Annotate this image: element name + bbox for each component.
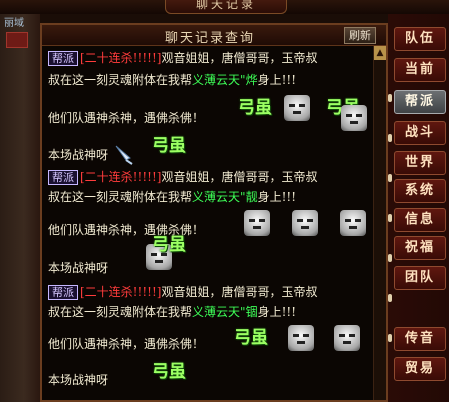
channel-button-trade[interactable]: 贸易 [394, 357, 446, 381]
guild-name[interactable]: 义薄云天 [192, 73, 240, 87]
channel-badge[interactable]: 帮派 [48, 51, 78, 66]
message-line-4: 本场战神呀 [48, 259, 108, 276]
guild-name[interactable]: 义薄云天 [192, 190, 240, 204]
message-line-2: 叔在这一刻灵魂附体在我帮义薄云天"靓身上!!! [48, 188, 296, 205]
channel-button-info[interactable]: 信息 [394, 208, 446, 232]
window-title-bar: 聊天记录 [0, 0, 449, 14]
strong-emote-icon: 弓虽 [152, 235, 186, 255]
message-text: 身上!!! [257, 73, 297, 87]
message-line-3: 他们队遇神杀神，遇佛杀佛！ [48, 335, 204, 352]
strong-emote-icon: 弓虽 [234, 328, 268, 348]
player-name[interactable]: 烨 [246, 73, 258, 87]
message-text: 叔在这一刻灵魂附体在我帮 [48, 190, 193, 204]
player-name[interactable]: 靓 [246, 190, 258, 204]
message-line-3: 他们队遇神杀神，遇佛杀佛！ [48, 109, 204, 126]
message-list: 帮派 [二十连杀!!!!!]观音姐姐，唐僧哥哥，玉帝叔 叔在这一刻灵魂附体在我帮义… [48, 49, 370, 400]
map-label: 丽域 [4, 18, 24, 29]
panel-header: 聊天记录查询 刷新 [42, 25, 386, 46]
grumpy-face-emote-icon [334, 325, 360, 351]
grumpy-face-emote-icon [292, 210, 318, 236]
message-line-4: 本场战神呀 [48, 371, 108, 388]
message-line-4: 本场战神呀 [48, 146, 108, 163]
channel-button-whisper[interactable]: 传音 [394, 327, 446, 351]
message-text: 身上!!! [257, 305, 297, 319]
strong-emote-icon: 弓虽 [152, 362, 186, 382]
window-title: 聊天记录 [165, 0, 287, 14]
message-text: 叔在这一刻灵魂附体在我帮 [48, 305, 193, 319]
message-line-1: 帮派 [二十连杀!!!!!]观音姐姐，唐僧哥哥，玉帝叔 [48, 49, 318, 66]
grumpy-face-emote-icon [288, 325, 314, 351]
channel-button-guild[interactable]: 帮派 [394, 90, 446, 114]
feather-quill-cursor-icon [115, 145, 133, 165]
panel-title: 聊天记录查询 [164, 31, 255, 46]
scrollbar[interactable]: ▲ [373, 46, 386, 400]
background-edge: 丽域 [0, 14, 40, 402]
grumpy-face-emote-icon [341, 105, 367, 131]
message-text: 观音姐姐，唐僧哥哥，玉帝叔 [161, 285, 318, 299]
message-text: 观音姐姐，唐僧哥哥，玉帝叔 [161, 170, 318, 184]
player-name[interactable]: 锢 [246, 305, 258, 319]
message-text: 本场战神呀 [48, 261, 109, 275]
message-text: 观音姐姐，唐僧哥哥，玉帝叔 [161, 51, 318, 65]
message-line-1: 帮派 [二十连杀!!!!!]观音姐姐，唐僧哥哥，玉帝叔 [48, 168, 318, 185]
channel-button-world[interactable]: 世界 [394, 151, 446, 175]
grumpy-face-emote-icon [284, 95, 310, 121]
chat-log-panel: 聊天记录查询 刷新 ▲ 帮派 [二十连杀!!!!!]观音姐姐，唐僧哥哥，玉帝叔 叔… [40, 23, 388, 402]
channel-button-battle[interactable]: 战斗 [394, 121, 446, 145]
kill-announcement: [二十连杀!!!!!] [80, 285, 162, 299]
chat-message: 帮派 [二十连杀!!!!!]观音姐姐，唐僧哥哥，玉帝叔 叔在这一刻灵魂附体在我帮义… [48, 49, 370, 166]
guild-name[interactable]: 义薄云天 [192, 305, 240, 319]
message-text: 他们队遇神杀神，遇佛杀佛！ [48, 111, 205, 125]
message-line-2: 叔在这一刻灵魂附体在我帮义薄云天"锢身上!!! [48, 303, 296, 320]
channel-badge[interactable]: 帮派 [48, 285, 78, 300]
message-text: 本场战神呀 [48, 373, 109, 387]
channel-button-blessing[interactable]: 祝福 [394, 236, 446, 260]
chat-message: 帮派 [二十连杀!!!!!]观音姐姐，唐僧哥哥，玉帝叔 叔在这一刻灵魂附体在我帮义… [48, 283, 370, 400]
grumpy-face-emote-icon [244, 210, 270, 236]
channel-button-group[interactable]: 团队 [394, 266, 446, 290]
message-text: 叔在这一刻灵魂附体在我帮 [48, 73, 193, 87]
strong-emote-icon: 弓虽 [238, 98, 272, 118]
channel-button-current[interactable]: 当前 [394, 58, 446, 82]
channel-sidebar: 队伍 当前 帮派 战斗 世界 系统 信息 祝福 团队 传音 贸易 [388, 14, 449, 402]
scroll-up-icon[interactable]: ▲ [374, 46, 386, 60]
message-line-2: 叔在这一刻灵魂附体在我帮义薄云天"烨身上!!! [48, 71, 296, 88]
kill-announcement: [二十连杀!!!!!] [80, 170, 162, 184]
kill-announcement: [二十连杀!!!!!] [80, 51, 162, 65]
channel-badge[interactable]: 帮派 [48, 170, 78, 185]
map-marker [6, 32, 28, 48]
refresh-button[interactable]: 刷新 [344, 27, 376, 44]
message-text: 他们队遇神杀神，遇佛杀佛！ [48, 337, 205, 351]
message-text: 身上!!! [257, 190, 297, 204]
chat-message: 帮派 [二十连杀!!!!!]观音姐姐，唐僧哥哥，玉帝叔 叔在这一刻灵魂附体在我帮义… [48, 166, 370, 283]
message-line-1: 帮派 [二十连杀!!!!!]观音姐姐，唐僧哥哥，玉帝叔 [48, 283, 318, 300]
strong-emote-icon: 弓虽 [152, 136, 186, 156]
grumpy-face-emote-icon [340, 210, 366, 236]
message-text: 本场战神呀 [48, 148, 109, 162]
channel-button-team[interactable]: 队伍 [394, 27, 446, 51]
channel-button-system[interactable]: 系统 [394, 179, 446, 203]
